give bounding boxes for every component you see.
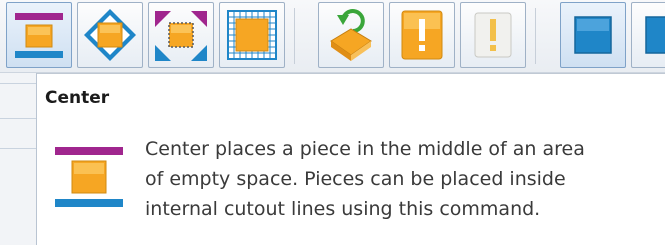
blue-square-icon [645, 16, 665, 54]
tooltip-line: internal cutout lines using this command… [145, 198, 541, 220]
tooltip-title: Center [45, 88, 110, 108]
app-background [0, 73, 37, 245]
blue-square-icon [574, 16, 612, 54]
toolbar-separator [535, 8, 536, 64]
rotate-button[interactable] [318, 2, 384, 68]
partial-button[interactable] [631, 2, 665, 68]
grid-button[interactable] [219, 2, 285, 68]
tooltip-line: of empty space. Pieces can be placed ins… [145, 168, 566, 190]
corner-cutout-icon [155, 11, 207, 61]
blue-square-button[interactable] [560, 2, 626, 68]
warning-active-icon [401, 10, 443, 60]
toolbar [0, 0, 665, 73]
toolbar-separator [294, 8, 295, 64]
warning-disabled-icon [474, 12, 512, 58]
divider [0, 148, 36, 149]
warning-button[interactable] [389, 2, 455, 68]
center-piece-icon [15, 13, 63, 58]
fit-diamond-icon [84, 9, 136, 61]
rotate-piece-icon [330, 9, 372, 61]
center-button[interactable] [6, 2, 72, 68]
tooltip: Center Center places a piece in the midd… [37, 73, 665, 245]
divider [0, 83, 36, 84]
tooltip-line: Center places a piece in the middle of a… [145, 138, 585, 160]
tooltip-description: Center places a piece in the middle of a… [145, 134, 665, 224]
grid-fill-icon [227, 10, 277, 60]
center-piece-icon [55, 147, 123, 207]
warning-disabled-button[interactable] [460, 2, 526, 68]
fit-button[interactable] [77, 2, 143, 68]
divider [0, 118, 36, 119]
cutout-button[interactable] [148, 2, 214, 68]
